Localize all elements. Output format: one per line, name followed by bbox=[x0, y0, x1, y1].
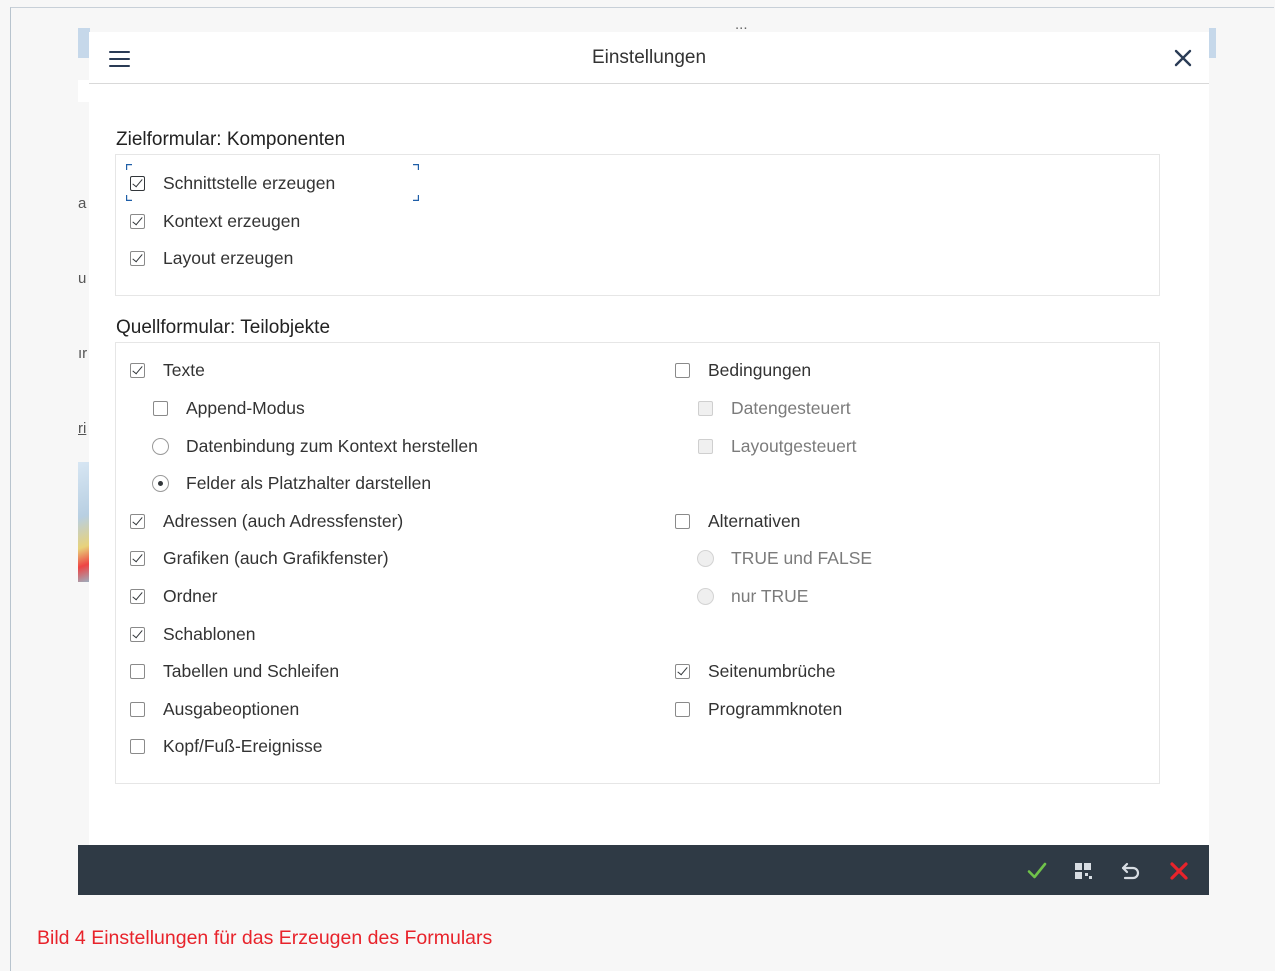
checkbox[interactable] bbox=[130, 739, 145, 754]
option-label: Ausgabeoptionen bbox=[163, 699, 300, 719]
section-title-source: Quellformular: Teilobjekte bbox=[116, 317, 331, 338]
checkbox[interactable] bbox=[675, 702, 690, 717]
option-label: Bedingungen bbox=[708, 360, 812, 380]
checkbox[interactable] bbox=[130, 664, 145, 679]
checkbox-disabled bbox=[698, 401, 713, 416]
radio-button-disabled bbox=[697, 588, 714, 605]
option-label: Adressen (auch Adressfenster) bbox=[163, 511, 404, 531]
option-label: Kontext erzeugen bbox=[163, 211, 301, 231]
checkbox[interactable] bbox=[130, 627, 145, 642]
option-label: Programmknoten bbox=[708, 699, 843, 719]
background-header-strip-right bbox=[1209, 28, 1216, 58]
target-components-group: Schnittstelle erzeugen Kontext erzeugen … bbox=[115, 154, 1160, 296]
option-label: Datengesteuert bbox=[731, 398, 851, 418]
checkbox[interactable] bbox=[675, 664, 690, 679]
checkbox[interactable] bbox=[675, 514, 690, 529]
dialog-title: Einstellungen bbox=[591, 47, 707, 68]
confirm-check-icon[interactable] bbox=[1025, 859, 1049, 883]
checkbox[interactable] bbox=[130, 589, 145, 604]
undo-icon[interactable] bbox=[1119, 859, 1143, 883]
checkbox[interactable] bbox=[153, 401, 168, 416]
checkbox-disabled bbox=[698, 439, 713, 454]
checkbox[interactable] bbox=[675, 363, 690, 378]
focus-corner bbox=[126, 164, 132, 170]
close-icon[interactable] bbox=[1173, 48, 1193, 68]
option-label: TRUE und FALSE bbox=[731, 548, 873, 568]
checkbox[interactable] bbox=[130, 176, 145, 191]
option-label: Datenbindung zum Kontext herstellen bbox=[186, 436, 478, 456]
dialog-header: Einstellungen bbox=[89, 32, 1209, 84]
option-label: Kopf/Fuß-Ereignisse bbox=[163, 736, 323, 756]
section-title-target: Zielformular: Komponenten bbox=[116, 129, 346, 150]
radio-button-disabled bbox=[697, 550, 714, 567]
dialog-footer-toolbar bbox=[78, 845, 1209, 895]
option-label: Layout erzeugen bbox=[163, 248, 294, 268]
checkbox[interactable] bbox=[130, 702, 145, 717]
checkbox[interactable] bbox=[130, 551, 145, 566]
checkbox[interactable] bbox=[130, 251, 145, 266]
option-label: Schablonen bbox=[163, 624, 256, 644]
option-label: Tabellen und Schleifen bbox=[163, 661, 340, 681]
cancel-x-icon[interactable] bbox=[1167, 859, 1191, 883]
checkbox[interactable] bbox=[130, 363, 145, 378]
focus-corner bbox=[413, 164, 419, 170]
background-title-fragment: ... bbox=[735, 16, 748, 32]
option-label: Ordner bbox=[163, 586, 218, 606]
figure-caption: Bild 4 Einstellungen für das Erzeugen de… bbox=[37, 927, 493, 949]
checkbox[interactable] bbox=[130, 514, 145, 529]
option-label: Texte bbox=[163, 360, 205, 380]
option-label: Felder als Platzhalter darstellen bbox=[186, 473, 432, 493]
grid-select-icon[interactable] bbox=[1072, 859, 1096, 883]
focus-corner bbox=[413, 195, 419, 201]
option-label: Schnittstelle erzeugen bbox=[163, 173, 336, 193]
settings-dialog: Einstellungen Zielformular: Komponenten … bbox=[89, 32, 1209, 845]
option-label: Grafiken (auch Grafikfenster) bbox=[163, 548, 389, 568]
option-label: Append-Modus bbox=[186, 398, 305, 418]
option-label: Layoutgesteuert bbox=[731, 436, 857, 456]
radio-button[interactable] bbox=[152, 438, 169, 455]
checkbox[interactable] bbox=[130, 214, 145, 229]
focus-corner bbox=[126, 195, 132, 201]
option-label: Alternativen bbox=[708, 511, 801, 531]
radio-button[interactable] bbox=[152, 475, 169, 492]
option-label: nur TRUE bbox=[731, 586, 809, 606]
option-label: Seitenumbrüche bbox=[708, 661, 836, 681]
source-subobjects-group: Texte Append-Modus Datenbindung zum Kont… bbox=[115, 342, 1160, 784]
